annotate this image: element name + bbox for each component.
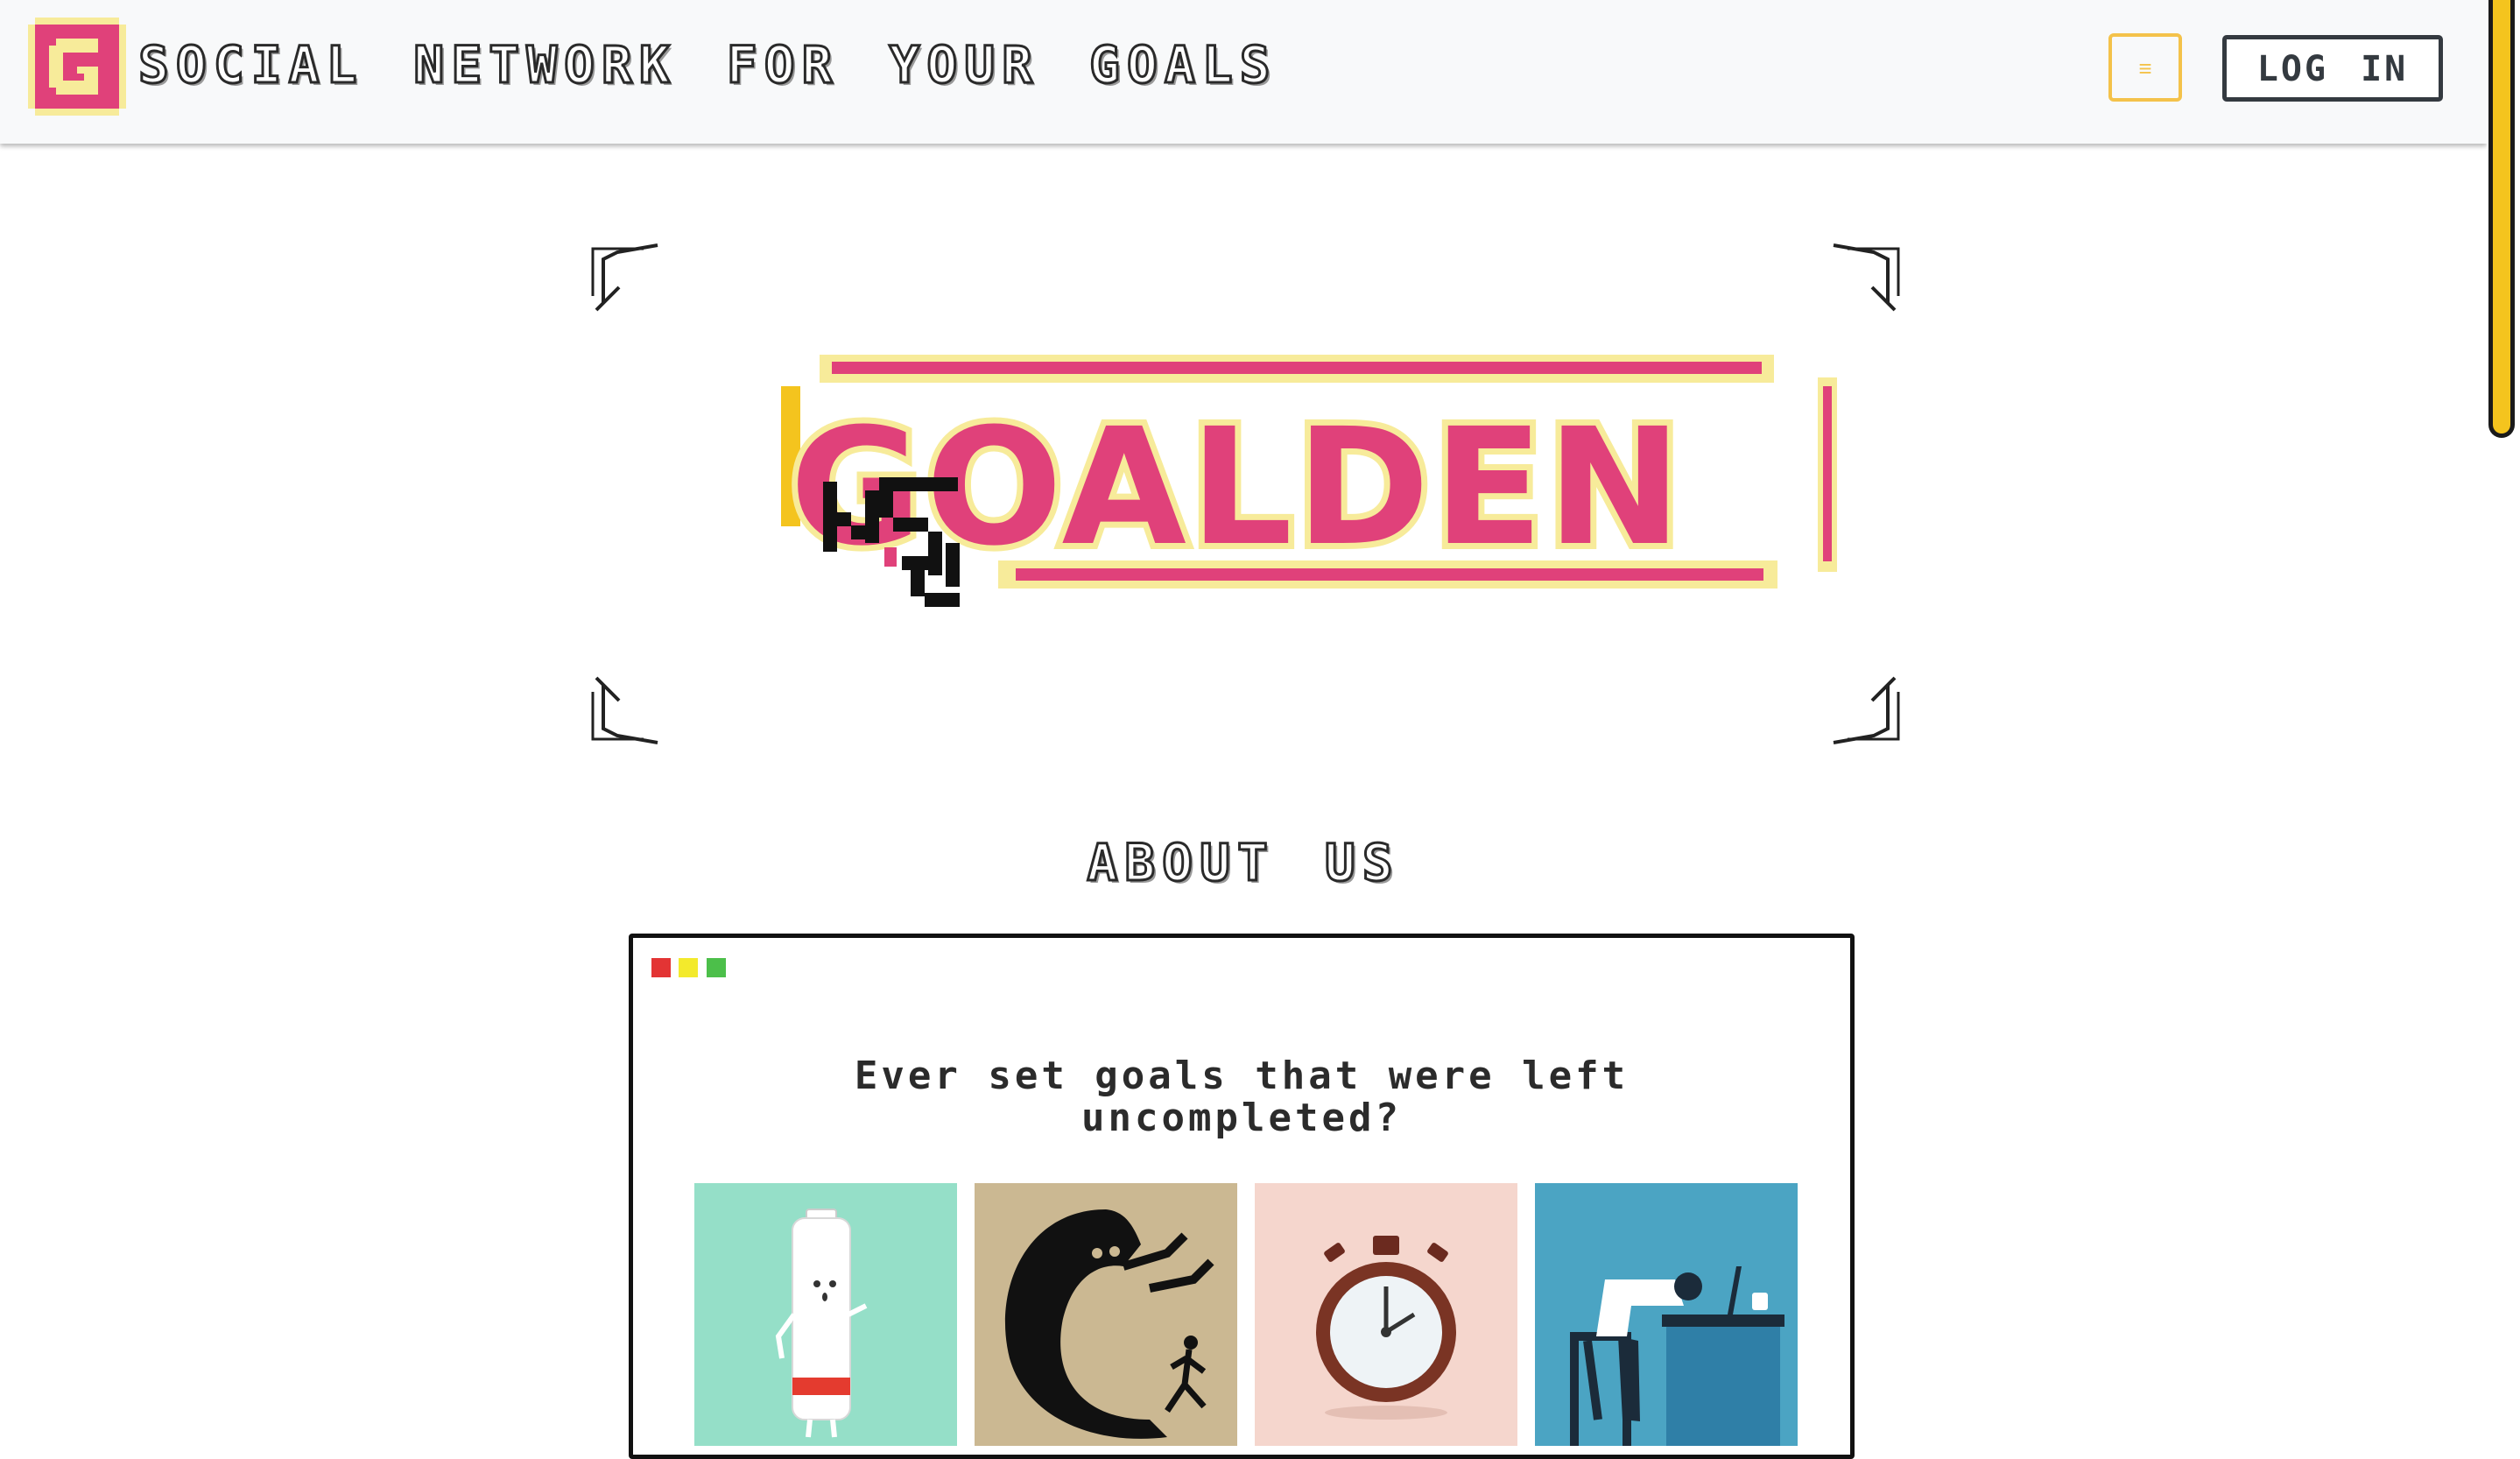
window-dot-green: [707, 958, 726, 977]
window-dot-red: [651, 958, 671, 977]
scrollbar-thumb[interactable]: [2488, 0, 2515, 438]
menu-toggle-button[interactable]: ≡: [2108, 33, 2182, 102]
shadow-monster-chasing-man-image: [975, 1183, 1237, 1446]
about-us-heading: About us: [1086, 832, 1400, 894]
corner-bracket-top-left-icon: [591, 243, 658, 312]
corner-bracket-top-right-icon: [1833, 243, 1900, 312]
login-button[interactable]: LOG IN: [2222, 35, 2443, 102]
corner-bracket-bottom-left-icon: [591, 676, 658, 744]
top-navbar: Social network for your goals ≡ LOG IN: [0, 0, 2487, 144]
about-window-card: Ever set goals that were left uncomplete…: [629, 934, 1855, 1459]
stopwatch-image: [1255, 1183, 1517, 1446]
goalden-g-logo-icon[interactable]: [28, 18, 126, 116]
goalden-hero-logo: GOALDEN: [781, 355, 1837, 607]
site-title: Social network for your goals: [137, 34, 1278, 96]
window-dot-yellow: [679, 958, 698, 977]
hamburger-icon: ≡: [2138, 55, 2152, 81]
tired-office-worker-image: [1535, 1183, 1798, 1446]
low-battery-character-image: [694, 1183, 957, 1446]
about-question-text: Ever set goals that were left uncomplete…: [854, 1054, 1630, 1140]
